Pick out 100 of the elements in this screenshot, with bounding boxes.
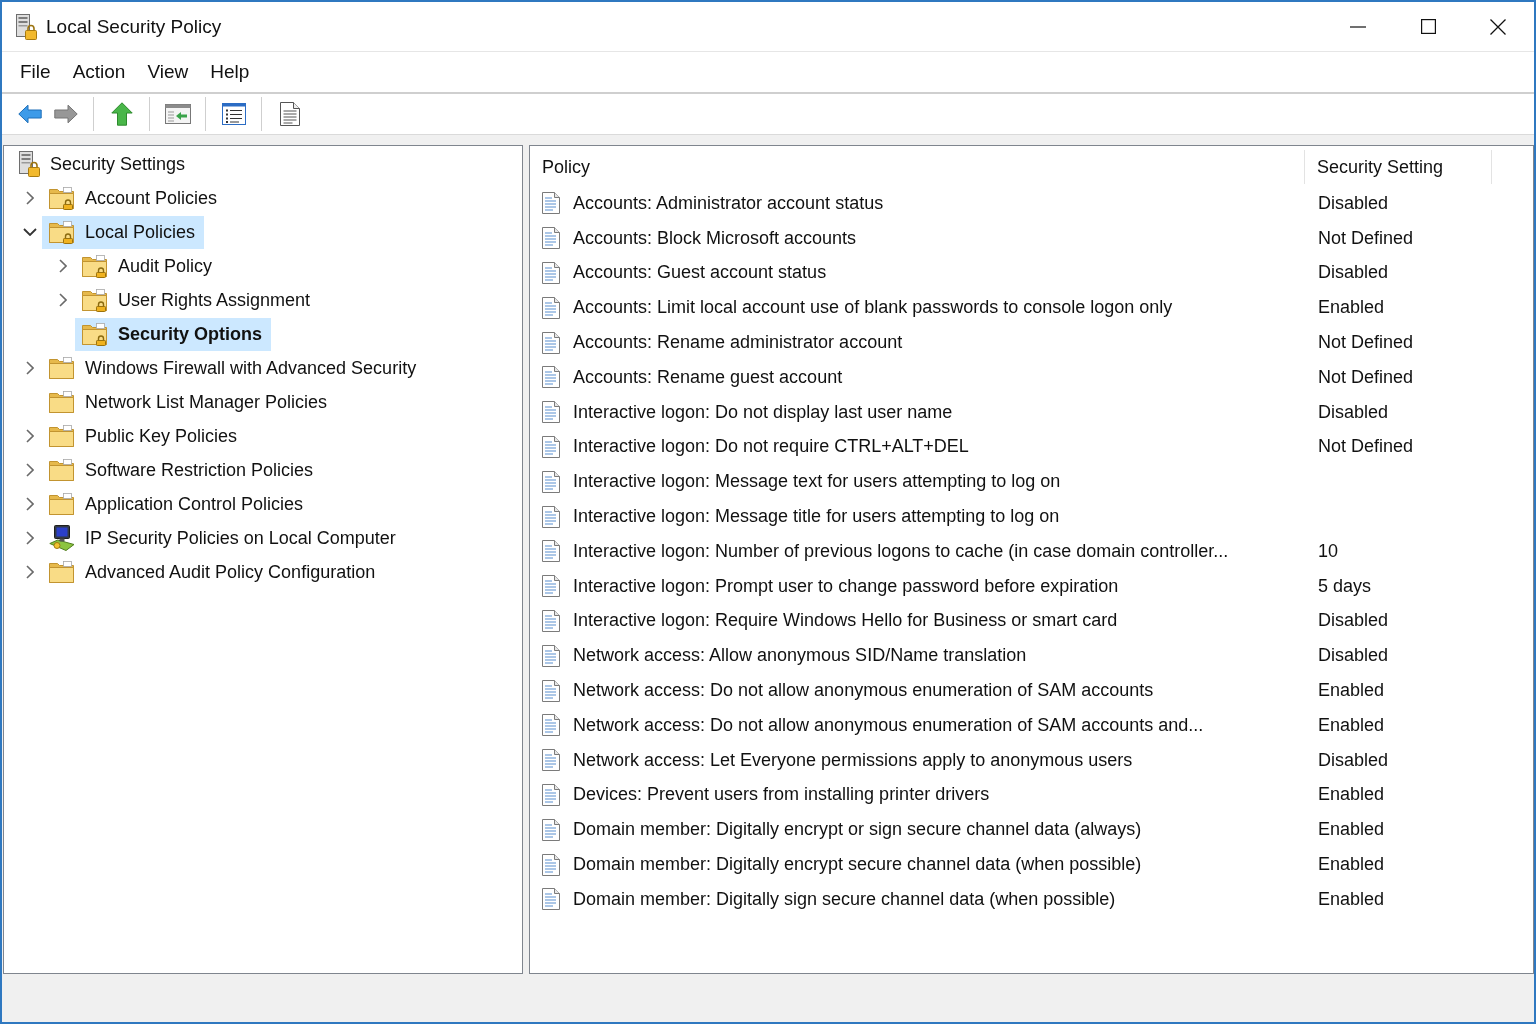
folder-icon — [49, 560, 75, 584]
policy-name: Accounts: Administrator account status — [573, 192, 884, 214]
policy-name: Network access: Do not allow anonymous enumeration of SAM accounts and... — [573, 714, 1204, 736]
arrow-right-icon — [54, 104, 78, 124]
setting-value: 5 days — [1318, 575, 1372, 596]
document-icon — [542, 575, 560, 598]
server-lock-icon — [18, 151, 40, 177]
policy-name: Domain member: Digitally sign secure channel data (when possible) — [573, 888, 1116, 910]
tree-item[interactable]: Security Options — [75, 317, 272, 351]
chevron-down-icon[interactable] — [23, 228, 37, 236]
setting-value: Disabled — [1318, 645, 1389, 666]
policy-name: Interactive logon: Message title for users attempting to log on — [573, 506, 1060, 528]
tree-item[interactable]: Application Control Policies — [42, 487, 313, 521]
setting-value: 10 — [1318, 540, 1339, 561]
setting-value: Disabled — [1318, 610, 1389, 631]
document-icon — [542, 227, 560, 250]
maximize-icon — [1420, 19, 1436, 34]
policy-name: Interactive logon: Require Windows Hello for Business or smart card — [573, 610, 1118, 632]
tree-item[interactable]: Account Policies — [42, 181, 227, 215]
document-icon — [542, 401, 560, 424]
document-icon — [542, 749, 560, 772]
chevron-right-icon[interactable] — [26, 565, 34, 579]
tree-item[interactable]: Network List Manager Policies — [42, 385, 337, 419]
policy-name: Domain member: Digitally encrypt or sign secure channel data (always) — [573, 819, 1142, 841]
setting-value: Not Defined — [1318, 227, 1414, 248]
close-icon — [1490, 18, 1506, 35]
document-icon — [542, 714, 560, 737]
setting-value: Enabled — [1318, 714, 1385, 735]
app-icon — [15, 13, 37, 40]
arrow-up-icon — [111, 102, 133, 126]
setting-value: Enabled — [1318, 854, 1385, 875]
document-icon — [542, 679, 560, 702]
setting-value: Not Defined — [1318, 436, 1414, 457]
policy-name: Interactive logon: Number of previous logons to cache (in case domain controller... — [573, 540, 1229, 562]
policy-name: Interactive logon: Do not display last user name — [573, 401, 953, 423]
chevron-right-icon[interactable] — [59, 293, 67, 307]
document-icon — [542, 470, 560, 493]
menu-item[interactable]: File — [11, 57, 60, 87]
policy-name: Network access: Let Everyone permissions apply to anonymous users — [573, 749, 1133, 771]
tree-item[interactable]: Software Restriction Policies — [42, 453, 323, 487]
setting-value: Disabled — [1318, 401, 1389, 422]
tree-item[interactable]: Public Key Policies — [42, 419, 247, 453]
policy-name: Interactive logon: Message text for users attempting to log on — [573, 471, 1061, 493]
policy-name: Network access: Do not allow anonymous enumeration of SAM accounts — [573, 680, 1154, 702]
chevron-right-icon[interactable] — [59, 259, 67, 273]
list-icon — [222, 103, 246, 125]
chevron-right-icon[interactable] — [26, 191, 34, 205]
menu-item[interactable]: Help — [201, 57, 259, 87]
tree-item[interactable]: Advanced Audit Policy Configuration — [42, 555, 385, 589]
menu-item[interactable]: View — [138, 57, 198, 87]
document-icon — [542, 644, 560, 667]
document-icon — [542, 540, 560, 563]
policy-name: Domain member: Digitally encrypt secure channel data (when possible) — [573, 854, 1142, 876]
folder-icon — [49, 390, 75, 414]
tree-item[interactable]: Windows Firewall with Advanced Security — [42, 351, 426, 385]
document-icon — [542, 262, 560, 284]
chevron-right-icon[interactable] — [26, 429, 34, 443]
folder-icon — [49, 492, 75, 516]
folder-lock-icon — [49, 186, 75, 210]
arrow-left-icon — [18, 104, 42, 124]
document-icon — [542, 783, 560, 806]
chevron-right-icon[interactable] — [26, 531, 34, 545]
chevron-right-icon[interactable] — [26, 361, 34, 375]
folder-lock-icon — [82, 288, 108, 312]
policy-name: Accounts: Rename guest account — [573, 366, 843, 388]
setting-value: Disabled — [1318, 192, 1389, 213]
document-icon — [542, 818, 560, 841]
setting-value: Enabled — [1318, 888, 1385, 909]
document-icon — [542, 505, 560, 528]
policy-name: Devices: Prevent users from installing printer drivers — [573, 784, 990, 806]
document-icon — [542, 331, 560, 354]
document-icon — [542, 435, 560, 458]
folder-lock-icon — [49, 220, 75, 244]
tree-item[interactable]: Local Policies — [42, 215, 205, 249]
document-icon — [542, 296, 560, 319]
menu-item[interactable]: Action — [63, 57, 135, 87]
document-icon — [542, 192, 560, 215]
folder-icon — [49, 424, 75, 448]
document-icon — [542, 888, 560, 911]
setting-value: Enabled — [1318, 297, 1385, 318]
policy-name: Accounts: Block Microsoft accounts — [573, 227, 857, 249]
minimize-icon — [1350, 25, 1366, 28]
chevron-right-icon[interactable] — [26, 497, 34, 511]
folder-lock-icon — [82, 322, 108, 346]
chevron-right-icon[interactable] — [26, 463, 34, 477]
policy-name: Network access: Allow anonymous SID/Name translation — [573, 645, 1027, 667]
policy-name: Accounts: Rename administrator account — [573, 332, 903, 354]
tree-item[interactable]: IP Security Policies on Local Computer — [42, 521, 405, 555]
tree-item[interactable]: Security Settings — [11, 147, 195, 181]
folder-icon — [49, 356, 75, 380]
policy-name: Accounts: Guest account status — [573, 262, 827, 284]
folder-lock-icon — [82, 254, 108, 278]
document-icon — [280, 102, 300, 126]
tree-item[interactable]: Audit Policy — [75, 249, 222, 283]
document-icon — [542, 853, 560, 876]
tree-item[interactable]: User Rights Assignment — [75, 283, 320, 317]
window-title: Local Security Policy — [46, 15, 222, 38]
setting-value: Disabled — [1318, 749, 1389, 770]
setting-value: Enabled — [1318, 784, 1385, 805]
setting-value: Not Defined — [1318, 332, 1414, 353]
